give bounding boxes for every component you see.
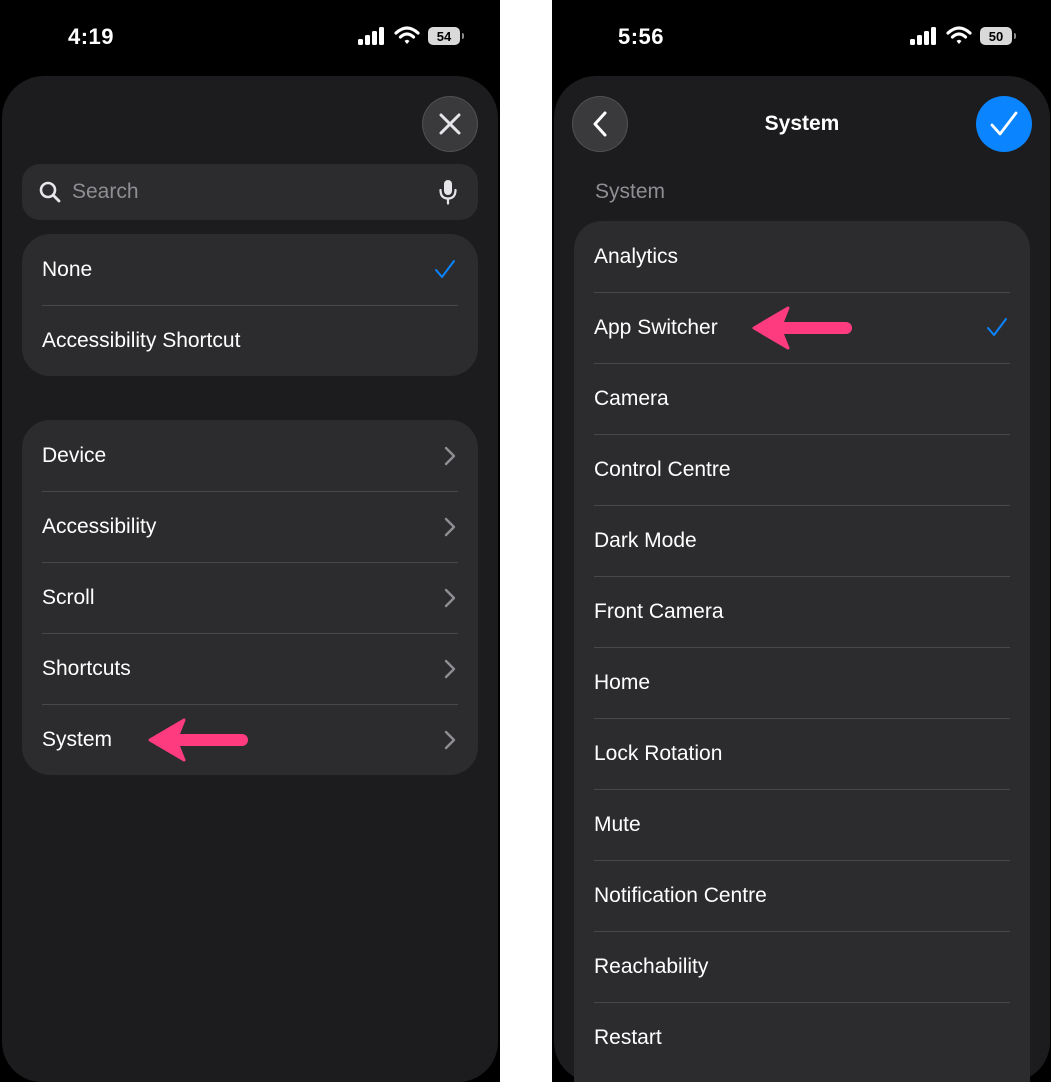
checkmark-icon: [987, 318, 1007, 336]
battery-indicator: 50: [980, 27, 1016, 45]
battery-level: 54: [436, 28, 452, 44]
action-picker-sheet: None Accessibility Shortcut Device Acces…: [2, 76, 498, 1082]
quick-options-list: None Accessibility Shortcut: [22, 234, 478, 376]
chevron-right-icon: [444, 588, 456, 608]
category-label: System: [42, 727, 113, 751]
list-item-mute[interactable]: Mute: [574, 789, 1030, 860]
list-item-accessibility-shortcut[interactable]: Accessibility Shortcut: [22, 305, 478, 376]
cellular-signal-icon: [358, 27, 384, 45]
category-system[interactable]: System: [22, 704, 478, 775]
list-item-label: Dark Mode: [594, 528, 697, 552]
list-item-camera[interactable]: Camera: [574, 363, 1030, 434]
annotation-arrow-icon: [148, 718, 248, 762]
status-icons: 50: [910, 26, 1016, 46]
category-label: Shortcuts: [42, 656, 131, 680]
chevron-right-icon: [444, 446, 456, 466]
search-input[interactable]: [72, 180, 438, 204]
status-time: 4:19: [68, 24, 115, 49]
list-item-label: Accessibility Shortcut: [42, 328, 241, 352]
category-label: Accessibility: [42, 514, 157, 538]
cellular-signal-icon: [910, 27, 936, 45]
search-field[interactable]: [22, 164, 478, 220]
status-time: 5:56: [618, 24, 665, 49]
list-item-control-centre[interactable]: Control Centre: [574, 434, 1030, 505]
list-item-label: Control Centre: [594, 457, 731, 481]
section-header: System: [595, 180, 666, 203]
list-item-label: Camera: [594, 386, 669, 410]
list-item-front-camera[interactable]: Front Camera: [574, 576, 1030, 647]
category-accessibility[interactable]: Accessibility: [22, 491, 478, 562]
checkmark-icon: [990, 111, 1018, 136]
system-actions-sheet: System System Analytics App Switcher Cam…: [554, 76, 1050, 1082]
category-device[interactable]: Device: [22, 420, 478, 491]
list-item-label: Front Camera: [594, 599, 724, 623]
category-label: Scroll: [42, 585, 95, 609]
list-item-label: Mute: [594, 812, 641, 836]
right-phone-screen: 5:56 50 System System Analytics App Swit…: [552, 0, 1051, 1082]
list-item-label: App Switcher: [594, 315, 718, 339]
chevron-right-icon: [444, 659, 456, 679]
list-item-restart[interactable]: Restart: [574, 1002, 1030, 1073]
list-item-label: Notification Centre: [594, 883, 767, 907]
chevron-right-icon: [444, 730, 456, 750]
list-item-analytics[interactable]: Analytics: [574, 221, 1030, 292]
categories-list: Device Accessibility Scroll Shortcuts Sy…: [22, 420, 478, 775]
close-button[interactable]: [422, 96, 478, 152]
microphone-icon[interactable]: [438, 179, 458, 205]
list-item-home[interactable]: Home: [574, 647, 1030, 718]
category-scroll[interactable]: Scroll: [22, 562, 478, 633]
list-item-dark-mode[interactable]: Dark Mode: [574, 505, 1030, 576]
list-item-label: Lock Rotation: [594, 741, 723, 765]
close-icon: [439, 113, 461, 135]
chevron-right-icon: [444, 517, 456, 537]
list-item-notification-centre[interactable]: Notification Centre: [574, 860, 1030, 931]
status-bar: 5:56 50: [552, 0, 1051, 76]
list-item-label: Restart: [594, 1025, 662, 1049]
list-item-label: None: [42, 257, 93, 281]
battery-indicator: 54: [428, 27, 464, 45]
list-item-reachability[interactable]: Reachability: [574, 931, 1030, 1002]
list-item-label: Home: [594, 670, 651, 694]
list-item-label: Reachability: [594, 954, 709, 978]
battery-level: 50: [988, 28, 1004, 44]
list-item-label: Analytics: [594, 244, 679, 268]
status-icons: 54: [358, 26, 464, 46]
wifi-icon: [946, 26, 972, 44]
category-label: Device: [42, 443, 107, 467]
checkmark-icon: [435, 260, 455, 278]
wifi-icon: [394, 26, 420, 44]
left-phone-screen: 4:19 54 Search None Accessibility Shortc…: [0, 0, 500, 1082]
confirm-button[interactable]: [976, 96, 1032, 152]
search-icon: [39, 181, 61, 203]
category-shortcuts[interactable]: Shortcuts: [22, 633, 478, 704]
annotation-arrow-icon: [752, 306, 852, 350]
status-bar: 4:19 54: [0, 0, 500, 76]
list-item-none[interactable]: None: [22, 234, 478, 305]
list-item-lock-rotation[interactable]: Lock Rotation: [574, 718, 1030, 789]
